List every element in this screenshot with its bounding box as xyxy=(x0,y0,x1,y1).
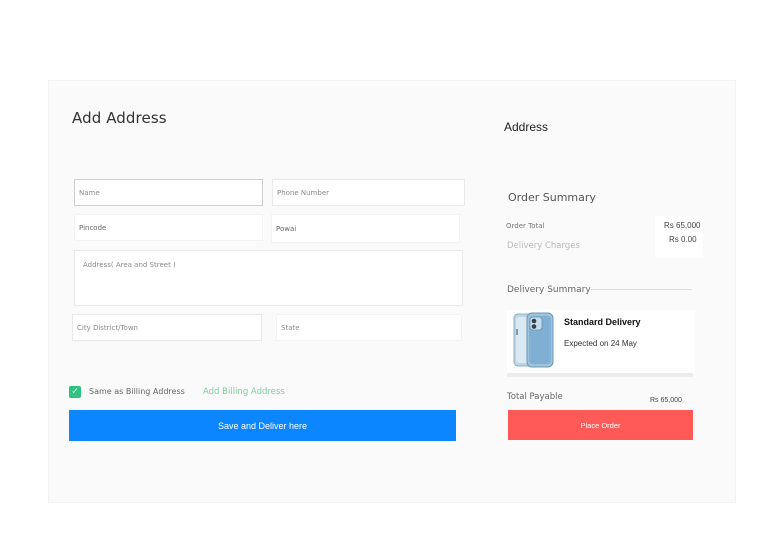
place-order-button[interactable]: Place Order xyxy=(508,410,693,440)
delivery-summary-title: Delivery Summary xyxy=(507,285,591,295)
expected-delivery-date: Expected on 24 May xyxy=(564,339,637,348)
card-divider xyxy=(507,373,693,377)
sidebar-title: Address xyxy=(504,120,549,134)
delivery-charges-value: Rs 0.00 xyxy=(669,235,697,244)
add-billing-address-link[interactable]: Add Billing Address xyxy=(203,387,285,397)
phone-number-input[interactable] xyxy=(272,179,465,206)
save-and-deliver-button[interactable]: Save and Deliver here xyxy=(69,410,456,441)
name-input[interactable] xyxy=(74,179,263,206)
total-payable-value: Rs 65,000 xyxy=(650,397,682,404)
locality-input[interactable]: Powai xyxy=(271,214,460,243)
order-total-value: Rs 65,000 xyxy=(664,221,701,230)
order-summary-title: Order Summary xyxy=(508,191,596,204)
state-input[interactable] xyxy=(276,314,462,341)
pincode-input[interactable]: Pincode xyxy=(74,214,263,241)
divider xyxy=(590,289,692,290)
city-input[interactable] xyxy=(72,314,262,341)
phone-product-icon xyxy=(513,312,554,368)
same-as-billing-label: Same as Billing Address xyxy=(89,387,185,396)
order-total-label: Order Total xyxy=(506,222,545,230)
check-icon: ✓ xyxy=(71,386,79,397)
total-payable-label: Total Payable xyxy=(507,392,563,402)
delivery-charges-label: Delivery Charges xyxy=(507,241,580,251)
address-textarea[interactable] xyxy=(74,250,463,306)
delivery-type: Standard Delivery xyxy=(564,317,641,327)
same-as-billing-checkbox[interactable]: ✓ xyxy=(69,386,81,398)
page-title: Add Address xyxy=(72,109,167,127)
